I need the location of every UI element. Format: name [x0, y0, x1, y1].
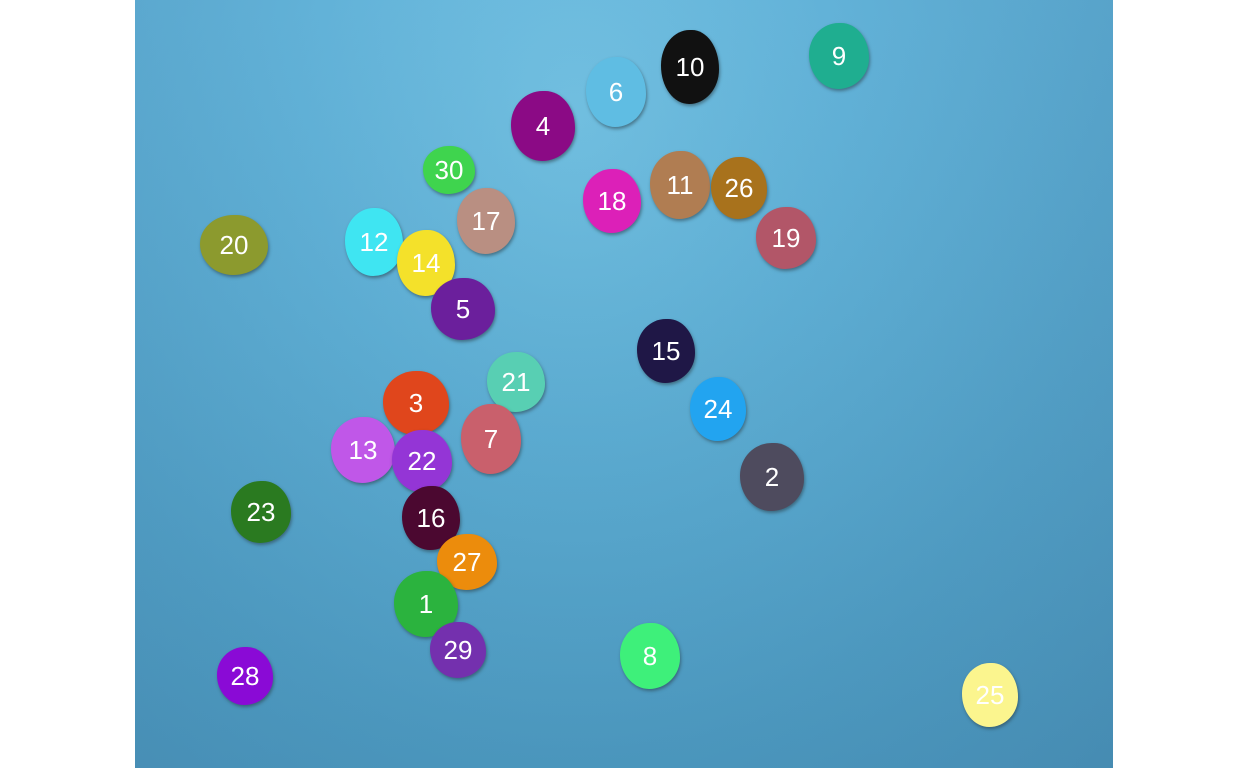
blob-2: 2	[740, 443, 804, 511]
blob-10: 10	[661, 30, 719, 104]
blob-25: 25	[962, 663, 1018, 727]
blob-3: 3	[383, 371, 449, 435]
blob-24: 24	[690, 377, 746, 441]
blob-20: 20	[200, 215, 268, 275]
blob-19: 19	[756, 207, 816, 269]
blob-22: 22	[392, 430, 452, 492]
blob-18: 18	[583, 169, 641, 233]
blob-26: 26	[711, 157, 767, 219]
blob-28: 28	[217, 647, 273, 705]
blob-30: 30	[423, 146, 475, 194]
blob-17: 17	[457, 188, 515, 254]
blob-29: 29	[430, 622, 486, 678]
blob-8: 8	[620, 623, 680, 689]
blob-15: 15	[637, 319, 695, 383]
blob-23: 23	[231, 481, 291, 543]
blob-7: 7	[461, 404, 521, 474]
blob-12: 12	[345, 208, 403, 276]
blob-4: 4	[511, 91, 575, 161]
figure-canvas: 20 30 4 6 10 9 17 12 14 5 18 11 26 19 15 21 24 2 3 7 13 22 23 1…	[0, 0, 1248, 768]
blob-9: 9	[809, 23, 869, 89]
blob-6: 6	[586, 57, 646, 127]
blob-11: 11	[650, 151, 710, 219]
blob-5: 5	[431, 278, 495, 340]
blob-21: 21	[487, 352, 545, 412]
blob-13: 13	[331, 417, 395, 483]
